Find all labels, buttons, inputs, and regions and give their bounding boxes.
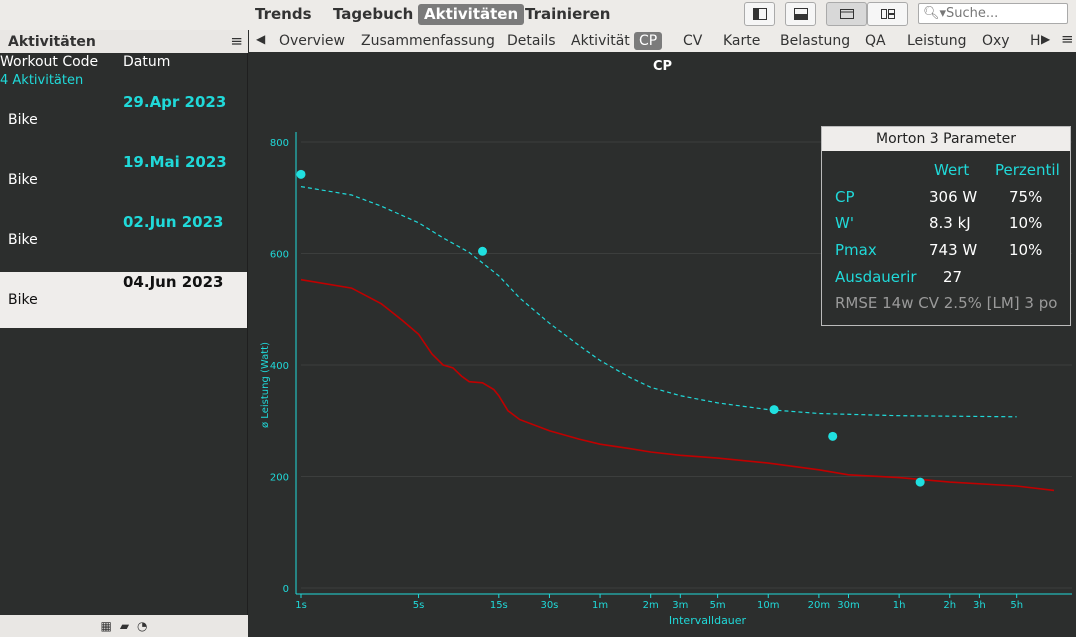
sidebar-title: Aktivitäten <box>8 34 96 50</box>
x-tick-label: 30s <box>540 600 558 611</box>
x-tick-label: 3h <box>973 600 986 611</box>
x-tick-label: 5s <box>413 600 425 611</box>
tab-belastung[interactable]: Belastung <box>775 32 855 50</box>
model-parameter-panel: Morton 3 Parameter Wert Perzentil CP 306… <box>821 126 1071 326</box>
search-placeholder: Suche... <box>946 6 999 21</box>
tab-zusammenfassung[interactable]: Zusammenfassung <box>356 32 500 50</box>
parameter-percentile: 75% <box>1009 188 1043 206</box>
parameter-column-value: Wert <box>934 161 970 179</box>
x-tick-label: 5h <box>1010 600 1023 611</box>
x-tick-label: 2h <box>943 600 956 611</box>
tab-leistung[interactable]: Leistung <box>902 32 971 50</box>
activity-row[interactable]: 29.Apr 2023 Bike <box>0 92 247 148</box>
parameter-value: 743 W <box>929 241 978 259</box>
data-point-marker <box>915 477 925 487</box>
sidebar-menu-icon[interactable]: ≡ <box>230 32 243 50</box>
search-field[interactable]: 🔍︎▾Suche... <box>918 3 1068 24</box>
tab-overview[interactable]: Overview <box>274 32 350 50</box>
sidebar-header: Aktivitäten ≡ <box>0 30 248 53</box>
y-axis-label: ø Leistung (Watt) <box>260 342 271 428</box>
folder-icon[interactable]: ▰ <box>120 619 129 633</box>
tab-qa[interactable]: QA <box>860 32 891 50</box>
parameter-value: 8.3 kJ <box>929 214 971 232</box>
activity-code: Bike <box>8 292 38 308</box>
x-tick-label: 10m <box>757 600 779 611</box>
activity-code: Bike <box>8 112 38 128</box>
x-tick-label: 30m <box>837 600 859 611</box>
parameter-percentile: 10% <box>1009 241 1043 259</box>
parameter-column-percentile: Perzentil <box>995 161 1060 179</box>
nav-aktivitaeten[interactable]: Aktivitäten <box>418 4 525 25</box>
x-tick-label: 1s <box>295 600 307 611</box>
nav-trainieren[interactable]: Trainieren <box>519 4 617 25</box>
activity-date: 29.Apr 2023 <box>123 93 227 111</box>
nav-tagebuch[interactable]: Tagebuch <box>327 4 419 25</box>
chart-title: CP <box>652 59 673 74</box>
data-point-marker <box>828 431 838 441</box>
tab-aktivitaet[interactable]: Aktivität <box>566 32 635 50</box>
activity-row-selected[interactable]: 04.Jun 2023 Bike <box>0 272 247 328</box>
x-tick-label: 2m <box>643 600 659 611</box>
parameter-name: W' <box>835 214 854 232</box>
tabs-scroll-left-icon[interactable]: ◀ <box>256 32 265 46</box>
search-icon: 🔍︎▾ <box>923 6 947 21</box>
tabs-menu-icon[interactable]: ≡ <box>1061 30 1074 48</box>
parameter-name: Pmax <box>835 241 877 259</box>
rmse-info: RMSE 14w CV 2.5% [LM] 3 poi <box>835 294 1057 312</box>
sidebar-footer: ▦ ▰ ◔ <box>0 615 248 637</box>
x-tick-label: 20m <box>808 600 830 611</box>
tabbed-layout-icon <box>839 9 854 19</box>
activity-code: Bike <box>8 232 38 248</box>
bottom-panel-icon <box>793 8 808 20</box>
layout-tabs-button[interactable] <box>826 2 867 26</box>
tab-karte[interactable]: Karte <box>718 32 765 50</box>
parameter-value: 27 <box>943 268 963 286</box>
layout-tiles-button[interactable] <box>867 2 908 26</box>
activity-row[interactable]: 19.Mai 2023 Bike <box>0 152 247 208</box>
activity-date: 02.Jun 2023 <box>123 213 224 231</box>
activity-date: 19.Mai 2023 <box>123 153 227 171</box>
activity-tab-bar: ◀ Overview Zusammenfassung Details Aktiv… <box>249 30 1076 52</box>
tiled-layout-icon <box>880 9 895 19</box>
data-point-marker <box>769 405 779 415</box>
activity-date: 04.Jun 2023 <box>123 273 224 291</box>
toggle-sidebar-button[interactable] <box>744 2 775 26</box>
x-tick-label: 1m <box>592 600 608 611</box>
activity-count: 4 Aktivitäten <box>0 73 84 88</box>
activity-row[interactable]: 02.Jun 2023 Bike <box>0 212 247 268</box>
x-tick-label: 3m <box>672 600 688 611</box>
tab-details[interactable]: Details <box>502 32 561 50</box>
data-point-marker <box>296 169 306 179</box>
y-tick-label: 800 <box>270 138 289 149</box>
x-tick-label: 1h <box>893 600 906 611</box>
tabs-scroll-right-icon[interactable]: ▶ <box>1041 32 1050 46</box>
data-point-marker <box>478 246 488 256</box>
parameter-panel-title: Morton 3 Parameter <box>822 127 1070 151</box>
x-axis-label: Intervalldauer <box>669 614 747 627</box>
y-tick-label: 200 <box>270 473 289 484</box>
tab-cv[interactable]: CV <box>678 32 707 50</box>
sidebar-toggle-icon <box>752 8 767 20</box>
activities-sidebar: Aktivitäten ≡ Workout Code Datum 4 Aktiv… <box>0 30 248 637</box>
x-tick-label: 15s <box>490 600 508 611</box>
parameter-value: 306 W <box>929 188 978 206</box>
tab-cp[interactable]: CP <box>634 32 663 50</box>
stopwatch-icon[interactable]: ◔ <box>137 619 147 633</box>
column-header-date[interactable]: Datum <box>123 54 170 70</box>
parameter-percentile: 10% <box>1009 214 1043 232</box>
x-tick-label: 5m <box>710 600 726 611</box>
parameter-name: CP <box>835 188 855 206</box>
parameter-name: Ausdauerir <box>835 268 917 286</box>
y-tick-label: 600 <box>270 250 289 261</box>
y-tick-label: 0 <box>283 584 289 595</box>
toggle-bottom-panel-button[interactable] <box>785 2 816 26</box>
top-navigation-bar: Trends Tagebuch Aktivitäten Trainieren 🔍… <box>0 0 1076 30</box>
tab-oxy[interactable]: Oxy <box>977 32 1015 50</box>
activity-code: Bike <box>8 172 38 188</box>
nav-trends[interactable]: Trends <box>249 4 318 25</box>
column-header-workout-code[interactable]: Workout Code <box>0 54 98 70</box>
y-tick-label: 400 <box>270 361 289 372</box>
calendar-icon[interactable]: ▦ <box>100 619 111 633</box>
